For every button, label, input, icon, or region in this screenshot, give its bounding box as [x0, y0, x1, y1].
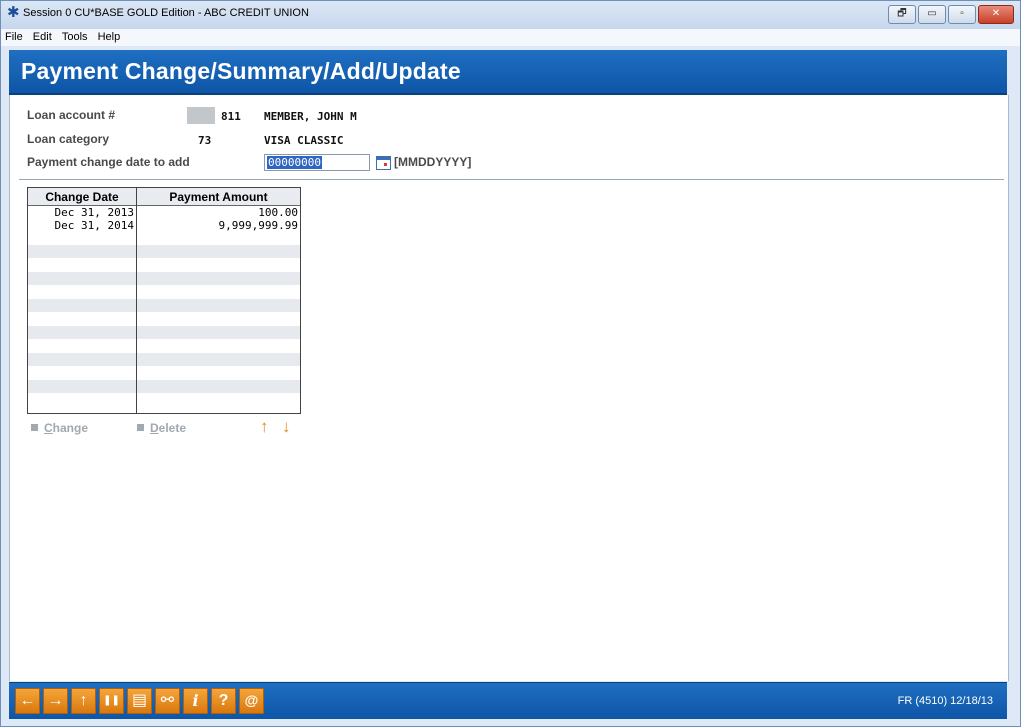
window-title: Session 0 CU*BASE GOLD Edition - ABC CRE…	[23, 7, 309, 19]
empty-row	[28, 299, 300, 312]
empty-row	[28, 380, 300, 393]
page-header: Payment Change/Summary/Add/Update	[9, 50, 1007, 95]
at-icon[interactable]: @	[239, 688, 264, 714]
column-header-change-date[interactable]: Change Date	[28, 190, 136, 204]
change-date-cell: Dec 31, 2013	[54, 206, 134, 219]
info-icon[interactable]: i	[183, 688, 208, 714]
application-window: ✱ Session 0 CU*BASE GOLD Edition - ABC C…	[0, 0, 1021, 727]
delete-hotkey: D	[150, 421, 159, 435]
bullet-icon	[31, 424, 38, 431]
table-row[interactable]: Dec 31, 2013 100.00	[28, 206, 300, 219]
change-date-cell: Dec 31, 2014	[54, 219, 134, 232]
payment-amount-cell: 100.00	[258, 206, 298, 219]
status-text: FR (4510) 12/18/13	[897, 695, 993, 707]
menu-file[interactable]: File	[1, 29, 26, 43]
back-icon[interactable]: ←	[15, 688, 40, 714]
change-hotkey: C	[44, 421, 53, 435]
loan-account-field	[187, 107, 215, 124]
loan-category-code: 73	[198, 134, 212, 147]
column-separator	[136, 188, 137, 413]
move-down-arrow-icon[interactable]: ↓	[282, 417, 291, 437]
loan-account-label: Loan account #	[27, 108, 116, 122]
empty-row	[28, 326, 300, 339]
payment-date-value: 00000000	[267, 156, 322, 169]
change-button[interactable]: Change	[31, 421, 88, 435]
help-icon[interactable]: ?	[211, 688, 236, 714]
loan-category-label: Loan category	[27, 132, 110, 146]
calendar-icon[interactable]	[376, 156, 391, 170]
print-icon[interactable]: ▤	[127, 688, 152, 714]
menu-edit[interactable]: Edit	[29, 29, 55, 43]
delete-label: elete	[158, 421, 187, 435]
delete-button[interactable]: Delete	[137, 421, 186, 435]
empty-row	[28, 245, 300, 258]
close-button[interactable]: ✕	[978, 5, 1014, 24]
link-icon[interactable]: ⚯	[155, 688, 180, 714]
title-bar: ✱ Session 0 CU*BASE GOLD Edition - ABC C…	[1, 1, 1020, 29]
payment-amount-cell: 9,999,999.99	[218, 219, 298, 232]
up-icon[interactable]: ↑	[71, 688, 96, 714]
menu-bar: File Edit Tools Help	[1, 29, 1020, 46]
column-header-payment-amount[interactable]: Payment Amount	[137, 190, 300, 204]
move-up-arrow-icon[interactable]: ↑	[260, 417, 269, 437]
date-format-hint: [MMDDYYYY]	[394, 155, 472, 169]
footer-toolbar: ← → ↑ ❚❚ ▤ ⚯ i ? @ FR (4510) 12/18/13	[9, 682, 1007, 719]
app-logo-icon: ✱	[7, 4, 20, 21]
payment-change-table[interactable]: Change Date Payment Amount Dec 31, 2013 …	[27, 187, 301, 414]
main-content: Loan account # 811 MEMBER, JOHN M Loan c…	[9, 95, 1009, 681]
empty-row	[28, 353, 300, 366]
minimize-button[interactable]: ▭	[918, 5, 946, 24]
menu-help[interactable]: Help	[94, 29, 124, 43]
payment-date-input[interactable]: 00000000	[264, 154, 370, 171]
loan-account-suffix: 811	[221, 110, 241, 123]
bullet-icon	[137, 424, 144, 431]
restore-icon[interactable]: 🗗	[888, 5, 916, 24]
empty-row	[28, 272, 300, 285]
member-name: MEMBER, JOHN M	[264, 110, 357, 123]
table-row[interactable]: Dec 31, 2014 9,999,999.99	[28, 219, 300, 232]
page-title: Payment Change/Summary/Add/Update	[21, 58, 461, 84]
pause-icon[interactable]: ❚❚	[99, 688, 124, 714]
menu-tools[interactable]: Tools	[58, 29, 91, 43]
payment-date-label: Payment change date to add	[27, 155, 190, 169]
forward-icon[interactable]: →	[43, 688, 68, 714]
maximize-button[interactable]: ▫	[948, 5, 976, 24]
change-label: hange	[52, 421, 89, 435]
divider	[19, 179, 1004, 180]
table-header: Change Date Payment Amount	[28, 188, 300, 206]
loan-category-name: VISA CLASSIC	[264, 134, 344, 147]
